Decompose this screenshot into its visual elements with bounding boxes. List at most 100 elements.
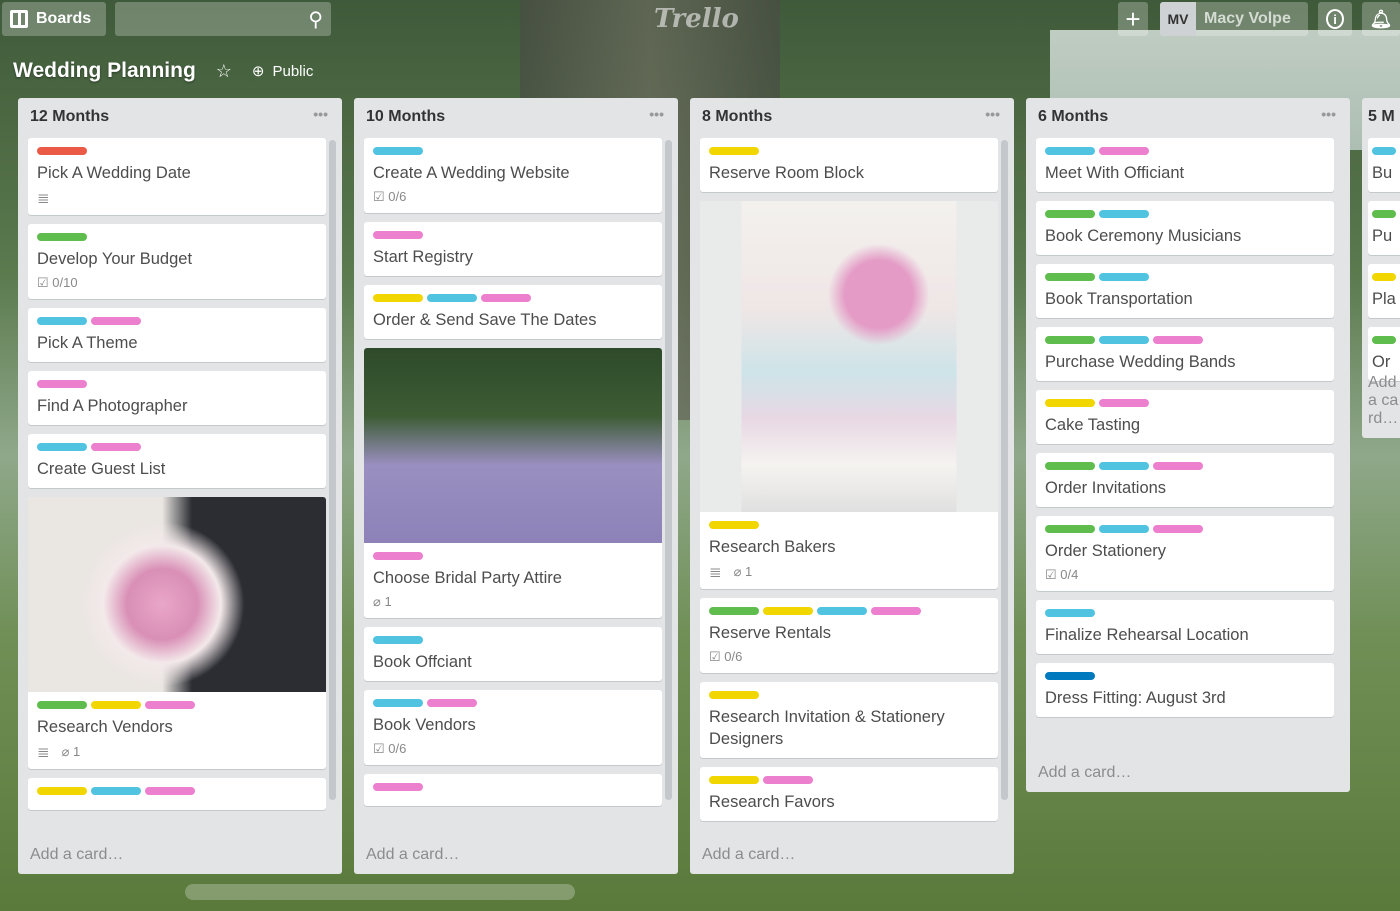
list-title[interactable]: 10 Months xyxy=(366,108,445,125)
list-header[interactable]: 12 Months ••• xyxy=(18,98,342,138)
horizontal-scrollbar[interactable] xyxy=(185,884,575,900)
card-badges: ⌀ 1 xyxy=(373,594,653,610)
card-labels xyxy=(1045,273,1325,281)
label-yellow xyxy=(709,147,759,155)
card[interactable]: Find A Photographer xyxy=(28,371,326,425)
card-labels xyxy=(1372,147,1400,155)
list-6-months: 6 Months ••• Meet With Officiant Book Cerem… xyxy=(1026,98,1350,792)
list-title[interactable]: 8 Months xyxy=(702,108,772,125)
vertical-scrollbar[interactable] xyxy=(329,140,336,800)
list-menu-icon[interactable]: ••• xyxy=(985,106,1000,122)
info-button[interactable]: i xyxy=(1318,2,1352,36)
card-badges: ☑ 0/10 xyxy=(37,275,317,291)
vertical-scrollbar[interactable] xyxy=(1001,140,1008,800)
notifications-button[interactable]: 🔔︎ xyxy=(1362,2,1400,36)
card[interactable]: Order Invitations xyxy=(1036,453,1334,507)
label-yellow xyxy=(91,701,141,709)
checklist-badge: ☑ 0/6 xyxy=(373,189,406,205)
card-badges: ≣ ⌀ 1 xyxy=(37,743,317,761)
card-title: Bu xyxy=(1372,164,1393,182)
card-cover-image xyxy=(700,201,998,512)
card[interactable]: Create Guest List xyxy=(28,434,326,488)
card-list: Reserve Room Block Research Bakers ≣ ⌀ 1 Res… xyxy=(700,138,998,833)
card[interactable]: Reserve Rentals ☑ 0/6 xyxy=(700,598,998,673)
card[interactable]: Research Favors xyxy=(700,767,998,821)
label-pink xyxy=(373,552,423,560)
card[interactable]: Order Stationery ☑ 0/4 xyxy=(1036,516,1334,591)
card-labels xyxy=(1372,336,1400,344)
card[interactable]: Choose Bridal Party Attire ⌀ 1 xyxy=(364,348,662,618)
add-card-button[interactable]: Add a card… xyxy=(30,846,123,864)
checkbox-icon: ☑ xyxy=(709,649,721,664)
star-icon[interactable]: ☆ xyxy=(216,61,232,82)
card[interactable]: Or xyxy=(1368,327,1400,381)
card[interactable]: Start Registry xyxy=(364,222,662,276)
info-icon: i xyxy=(1326,9,1344,29)
list-header[interactable]: 10 Months ••• xyxy=(354,98,678,138)
card-cover-image xyxy=(28,497,326,692)
add-card-button[interactable]: Add a card… xyxy=(1038,764,1131,782)
card[interactable]: Pick A Theme xyxy=(28,308,326,362)
card[interactable]: Book Offciant xyxy=(364,627,662,681)
label-pink xyxy=(871,607,921,615)
label-blue xyxy=(1045,609,1095,617)
list-header[interactable]: 8 Months ••• xyxy=(690,98,1014,138)
list-header[interactable]: 6 Months ••• xyxy=(1026,98,1350,138)
card[interactable]: Reserve Room Block xyxy=(700,138,998,192)
paperclip-icon: ⌀ xyxy=(373,594,381,609)
label-blue xyxy=(1045,147,1095,155)
board-title[interactable]: Wedding Planning xyxy=(13,59,196,83)
card[interactable] xyxy=(28,778,326,810)
add-button[interactable]: + xyxy=(1118,2,1148,36)
card-title: Book Offciant xyxy=(373,653,472,671)
card[interactable]: Bu xyxy=(1368,138,1400,192)
list-menu-icon[interactable]: ••• xyxy=(1321,106,1336,122)
list-menu-icon[interactable]: ••• xyxy=(649,106,664,122)
visibility-button[interactable]: ⊕ Public xyxy=(252,62,313,81)
card[interactable]: Finalize Rehearsal Location xyxy=(1036,600,1334,654)
list-title[interactable]: 5 M xyxy=(1368,108,1395,125)
attachment-badge: ⌀ 1 xyxy=(62,744,81,760)
card-title: Book Vendors xyxy=(373,716,476,734)
card[interactable] xyxy=(364,774,662,806)
card[interactable]: Research Invitation & Stationery Designe… xyxy=(700,682,998,758)
list-title[interactable]: 12 Months xyxy=(30,108,109,125)
boards-icon xyxy=(10,10,28,28)
card[interactable]: Research Vendors ≣ ⌀ 1 xyxy=(28,497,326,769)
add-card-button[interactable]: Add a card… xyxy=(366,846,459,864)
card[interactable]: Book Vendors ☑ 0/6 xyxy=(364,690,662,765)
card-labels xyxy=(373,231,653,239)
card[interactable]: Create A Wedding Website ☑ 0/6 xyxy=(364,138,662,213)
card[interactable]: Pick A Wedding Date ≣ xyxy=(28,138,326,215)
card[interactable]: Order & Send Save The Dates xyxy=(364,285,662,339)
card-labels xyxy=(1045,210,1325,218)
trello-logo[interactable]: Trello xyxy=(654,4,739,34)
card[interactable]: Pu xyxy=(1368,201,1400,255)
add-card-button[interactable]: Add a card… xyxy=(1368,374,1400,428)
add-card-button[interactable]: Add a card… xyxy=(702,846,795,864)
card[interactable]: Research Bakers ≣ ⌀ 1 xyxy=(700,201,998,589)
card[interactable]: Book Ceremony Musicians xyxy=(1036,201,1334,255)
card[interactable]: Pla xyxy=(1368,264,1400,318)
search-icon[interactable]: ⚲ xyxy=(308,7,323,32)
card[interactable]: Meet With Officiant xyxy=(1036,138,1334,192)
card[interactable]: Dress Fitting: August 3rd xyxy=(1036,663,1334,717)
checklist-count: 0/4 xyxy=(1060,567,1079,582)
card-badges: ≣ xyxy=(37,189,317,207)
label-pink xyxy=(1099,147,1149,155)
card[interactable]: Develop Your Budget ☑ 0/10 xyxy=(28,224,326,299)
search-input[interactable]: ⚲ xyxy=(115,2,331,36)
list-header[interactable]: 5 M xyxy=(1362,98,1400,138)
list-menu-icon[interactable]: ••• xyxy=(313,106,328,122)
card[interactable]: Book Transportation xyxy=(1036,264,1334,318)
user-menu-button[interactable]: MV Macy Volpe xyxy=(1160,2,1308,36)
card[interactable]: Purchase Wedding Bands xyxy=(1036,327,1334,381)
boards-button[interactable]: Boards xyxy=(2,2,106,36)
checklist-count: 0/6 xyxy=(388,741,407,756)
label-yellow xyxy=(763,607,813,615)
card[interactable]: Cake Tasting xyxy=(1036,390,1334,444)
vertical-scrollbar[interactable] xyxy=(665,140,672,800)
label-blue xyxy=(37,443,87,451)
card-labels xyxy=(373,552,653,560)
list-title[interactable]: 6 Months xyxy=(1038,108,1108,125)
